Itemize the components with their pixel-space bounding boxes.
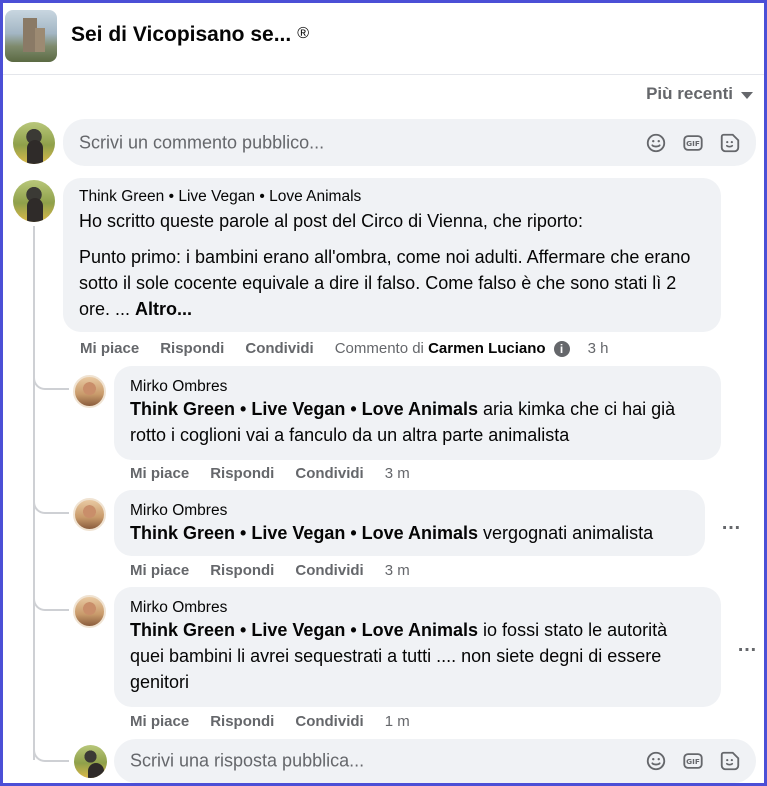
svg-text:GIF: GIF [686, 139, 700, 148]
reply-text: Think Green • Live Vegan • Love Animals … [130, 617, 705, 695]
reply-timestamp[interactable]: 1 m [385, 713, 410, 730]
share-button[interactable]: Condividi [295, 562, 363, 579]
reply-actions: Mi piace Rispondi Condividi 3 m [130, 465, 410, 482]
attribution-prefix: Commento di [334, 340, 424, 357]
reply-input[interactable]: Scrivi una risposta pubblica... GIF [114, 739, 756, 783]
comment-input-placeholder: Scrivi un commento pubblico... [79, 132, 325, 152]
svg-text:GIF: GIF [686, 757, 700, 766]
thread-connector [33, 736, 69, 762]
reply-author[interactable]: Mirko Ombres [130, 378, 705, 396]
gif-icon[interactable]: GIF [682, 132, 704, 154]
avatar[interactable] [73, 595, 106, 628]
thread-connector [33, 362, 69, 390]
reply-button[interactable]: Rispondi [210, 713, 274, 730]
share-button[interactable]: Condividi [295, 465, 363, 482]
reply-timestamp[interactable]: 3 m [385, 465, 410, 482]
avatar[interactable] [73, 375, 106, 408]
reply-author[interactable]: Mirko Ombres [130, 502, 689, 520]
reply-text: Think Green • Live Vegan • Love Animals … [130, 396, 705, 448]
registered-mark: ® [297, 25, 309, 42]
reply-text: Think Green • Live Vegan • Love Animals … [130, 520, 689, 546]
thread-connector [33, 585, 69, 611]
avatar[interactable] [13, 180, 55, 222]
comment-timestamp[interactable]: 3 h [588, 340, 609, 357]
group-name-text[interactable]: Sei di Vicopisano se... [71, 23, 291, 46]
reply-button[interactable]: Rispondi [210, 465, 274, 482]
emoji-icon[interactable] [645, 750, 667, 772]
reply-bubble: Mirko Ombres Think Green • Live Vegan • … [114, 366, 721, 460]
like-button[interactable]: Mi piace [130, 713, 189, 730]
share-button[interactable]: Condividi [245, 340, 313, 357]
reply-author[interactable]: Mirko Ombres [130, 599, 705, 617]
gif-icon[interactable]: GIF [682, 750, 704, 772]
group-name[interactable]: Sei di Vicopisano se... ® [71, 23, 309, 47]
reply-input-placeholder: Scrivi una risposta pubblica... [130, 750, 365, 771]
comment-actions: Mi piace Rispondi Condividi Commento di … [80, 340, 608, 357]
reply-bubble: Mirko Ombres Think Green • Live Vegan • … [114, 587, 721, 707]
sort-label: Più recenti [646, 84, 733, 103]
avatar[interactable] [73, 498, 106, 531]
like-button[interactable]: Mi piace [80, 340, 139, 357]
emoji-icon[interactable] [645, 132, 667, 154]
mention-tag[interactable]: Think Green • Live Vegan • Love Animals [130, 523, 478, 543]
info-icon[interactable]: i [553, 340, 570, 357]
reply-button[interactable]: Rispondi [210, 562, 274, 579]
sticker-icon[interactable] [719, 132, 741, 154]
sort-dropdown[interactable]: Più recenti [646, 84, 753, 104]
reply-timestamp[interactable]: 3 m [385, 562, 410, 579]
reply-bubble: Mirko Ombres Think Green • Live Vegan • … [114, 490, 705, 556]
share-button[interactable]: Condividi [295, 713, 363, 730]
reply-button[interactable]: Rispondi [160, 340, 224, 357]
group-header: Sei di Vicopisano se... ® [3, 3, 764, 75]
comment-input[interactable]: Scrivi un commento pubblico... GIF [63, 119, 756, 166]
more-options-icon[interactable]: … [737, 634, 758, 657]
reply-body: vergognati animalista [478, 523, 654, 543]
avatar[interactable] [13, 122, 55, 164]
comment-attribution: Commento di Carmen Luciano [335, 340, 546, 357]
caret-down-icon [741, 91, 753, 99]
see-more-link[interactable]: Altro... [135, 299, 192, 319]
like-button[interactable]: Mi piace [130, 562, 189, 579]
thread-connector [33, 488, 69, 514]
attribution-user[interactable]: Carmen Luciano [428, 340, 546, 357]
comment-text: Ho scritto queste parole al post del Cir… [79, 211, 583, 231]
comment-author[interactable]: Think Green • Live Vegan • Love Animals [79, 188, 705, 206]
comment-text-paragraph: Punto primo: i bambini erano all'ombra, … [79, 244, 705, 322]
sticker-icon[interactable] [719, 750, 741, 772]
mention-tag[interactable]: Think Green • Live Vegan • Love Animals [130, 620, 478, 640]
more-options-icon[interactable]: … [721, 512, 742, 535]
avatar[interactable] [74, 745, 107, 778]
mention-tag[interactable]: Think Green • Live Vegan • Love Animals [130, 399, 478, 419]
group-cover-thumbnail[interactable] [5, 10, 57, 62]
comment-bubble: Think Green • Live Vegan • Love Animals … [63, 178, 721, 332]
reply-actions: Mi piace Rispondi Condividi 3 m [130, 562, 410, 579]
reply-actions: Mi piace Rispondi Condividi 1 m [130, 713, 410, 730]
like-button[interactable]: Mi piace [130, 465, 189, 482]
